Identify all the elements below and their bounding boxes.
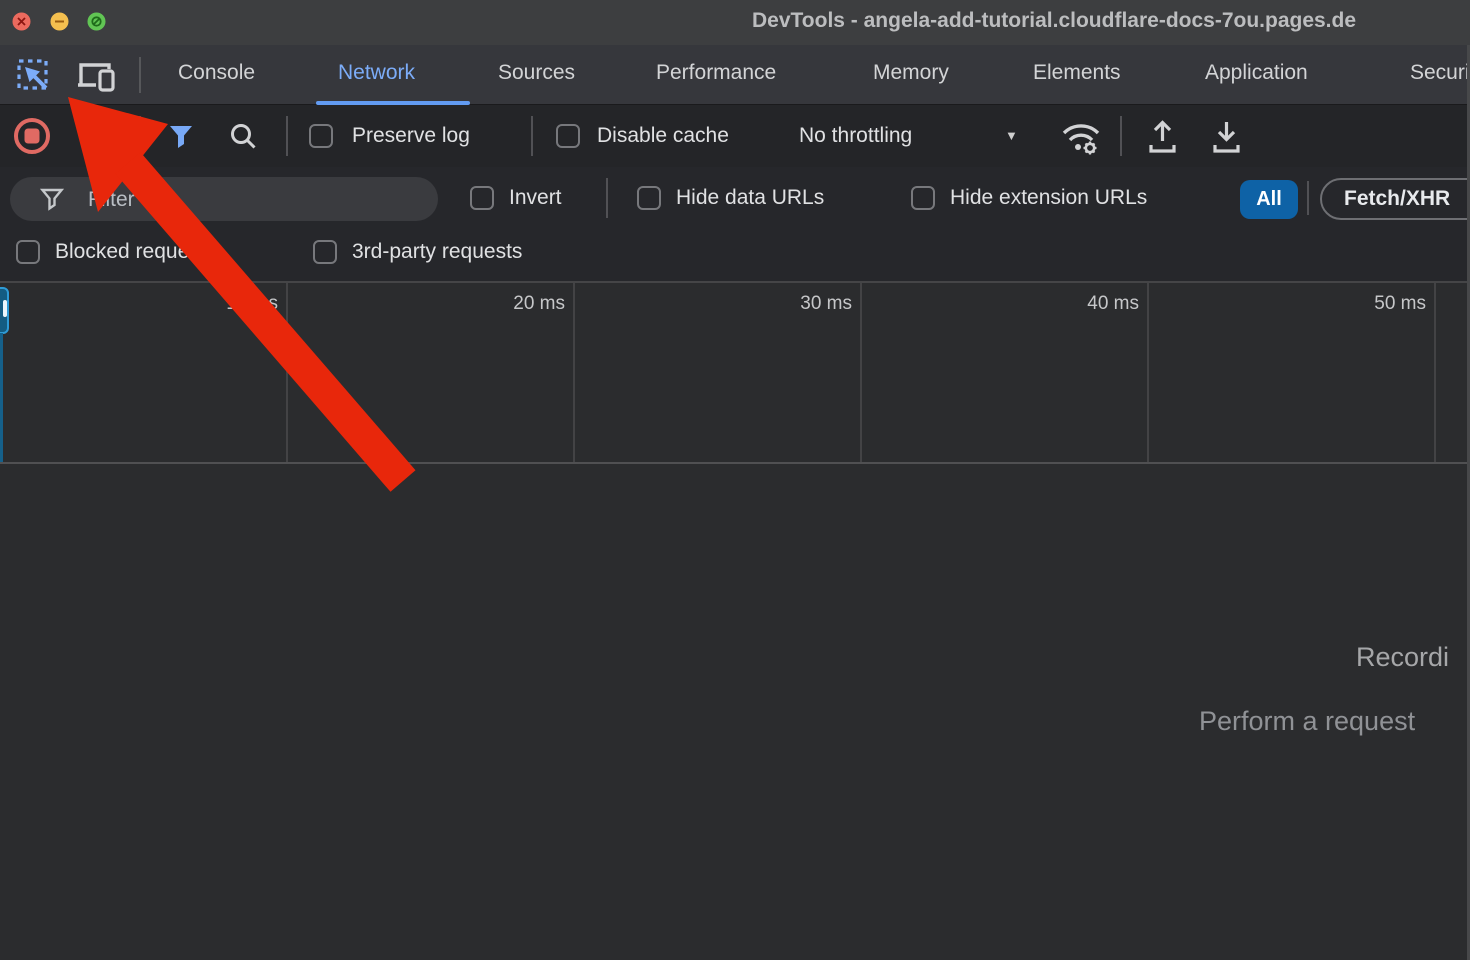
zoom-window-icon[interactable]: [87, 12, 106, 31]
window-titlebar: DevTools - angela-add-tutorial.cloudflar…: [0, 0, 1470, 45]
perform-request-message: Perform a request: [1199, 706, 1415, 737]
blocked-requests-checkbox[interactable]: [16, 240, 40, 264]
filter-funnel-small-icon: [40, 187, 64, 212]
filter-placeholder: Filter: [88, 188, 135, 212]
network-overview-timeline[interactable]: 10 ms 20 ms 30 ms 40 ms 50 ms: [0, 281, 1470, 464]
timeline-gridline: [860, 283, 862, 462]
import-har-icon: [1146, 118, 1179, 155]
tab-sources[interactable]: Sources: [498, 61, 575, 85]
record-network-log-button[interactable]: [12, 116, 52, 156]
timeline-gridline: [286, 283, 288, 462]
network-conditions-button[interactable]: [1059, 118, 1103, 158]
network-filter-row: Filter Invert Hide data URLs Hide extens…: [0, 167, 1470, 229]
network-filter-row-2: Blocked requests 3rd-party requests: [0, 229, 1470, 281]
inspect-cursor-icon: [16, 58, 52, 94]
third-party-requests-label: 3rd-party requests: [352, 240, 522, 264]
network-toolbar: Preserve log Disable cache No throttling…: [0, 105, 1470, 167]
tab-network[interactable]: Network: [338, 61, 415, 85]
toolbar-separator: [139, 116, 141, 156]
timeline-edge-badge: [0, 287, 9, 334]
record-stop-icon: [12, 116, 52, 156]
device-toolbar-icon: [76, 60, 118, 94]
toggle-device-toolbar-button[interactable]: [76, 60, 118, 94]
wifi-gear-icon: [1059, 118, 1103, 158]
timeline-gridline: [573, 283, 575, 462]
filter-input[interactable]: Filter: [10, 177, 438, 221]
minimize-window-icon[interactable]: [50, 12, 69, 31]
preserve-log-label: Preserve log: [352, 124, 470, 148]
request-type-chip-fetch-xhr[interactable]: Fetch/XHR: [1320, 178, 1470, 220]
invert-label: Invert: [509, 186, 562, 210]
close-window-icon[interactable]: [12, 12, 31, 31]
window-title: DevTools - angela-add-tutorial.cloudflar…: [752, 9, 1470, 33]
devtools-window: DevTools - angela-add-tutorial.cloudflar…: [0, 0, 1470, 960]
devtools-tabbar: Console Network Sources Performance Memo…: [0, 45, 1470, 105]
request-type-chip-all[interactable]: All: [1240, 180, 1298, 219]
network-requests-panel: Recordi Perform a request: [0, 464, 1470, 960]
clear-network-log-button[interactable]: [80, 118, 107, 145]
inspect-element-button[interactable]: [16, 58, 52, 94]
disable-cache-label: Disable cache: [597, 124, 729, 148]
timeline-tick-20ms: 20 ms: [481, 293, 565, 315]
hide-data-urls-checkbox[interactable]: [637, 186, 661, 210]
invert-checkbox[interactable]: [470, 186, 494, 210]
timeline-gridline: [1147, 283, 1149, 462]
timeline-edge-badge-mark: [3, 300, 7, 317]
tab-application[interactable]: Application: [1205, 61, 1308, 85]
import-har-button[interactable]: [1146, 118, 1179, 155]
blocked-requests-label: Blocked requests: [55, 240, 216, 264]
tab-security[interactable]: Security: [1410, 61, 1470, 85]
timeline-tick-50ms: 50 ms: [1342, 293, 1426, 315]
tab-elements[interactable]: Elements: [1033, 61, 1121, 85]
tabbar-separator: [139, 57, 141, 93]
toolbar-separator: [531, 116, 533, 156]
toolbar-separator: [1120, 116, 1122, 156]
timeline-tick-10ms: 10 ms: [194, 293, 278, 315]
disable-cache-checkbox[interactable]: [556, 124, 580, 148]
filter-funnel-icon: [167, 122, 195, 150]
export-har-icon: [1210, 118, 1243, 155]
chip-separator: [1307, 181, 1309, 215]
timeline-tick-30ms: 30 ms: [768, 293, 852, 315]
toolbar-separator: [286, 116, 288, 156]
search-icon: [228, 121, 258, 151]
hide-extension-urls-label: Hide extension URLs: [950, 186, 1147, 210]
clear-icon: [80, 118, 107, 145]
filter-separator: [606, 178, 608, 218]
timeline-tick-40ms: 40 ms: [1055, 293, 1139, 315]
timeline-edge-line: [0, 333, 3, 462]
tab-console[interactable]: Console: [178, 61, 255, 85]
hide-extension-urls-checkbox[interactable]: [911, 186, 935, 210]
timeline-gridline: [1434, 283, 1436, 462]
tab-performance[interactable]: Performance: [656, 61, 776, 85]
search-button[interactable]: [228, 121, 258, 151]
recording-message: Recordi: [1356, 642, 1449, 673]
hide-data-urls-label: Hide data URLs: [676, 186, 824, 210]
third-party-requests-checkbox[interactable]: [313, 240, 337, 264]
tab-memory[interactable]: Memory: [873, 61, 949, 85]
throttling-caret-icon[interactable]: ▼: [1005, 128, 1018, 143]
export-har-button[interactable]: [1210, 118, 1243, 155]
preserve-log-checkbox[interactable]: [309, 124, 333, 148]
throttling-select[interactable]: No throttling: [799, 124, 912, 148]
filter-toggle-button[interactable]: [167, 122, 195, 150]
